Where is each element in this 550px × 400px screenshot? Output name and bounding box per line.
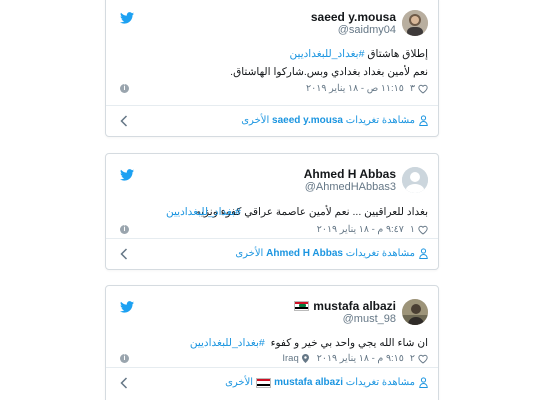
- hashtag-link[interactable]: #بغداد_للبغداديين: [290, 48, 365, 60]
- like-count[interactable]: ٢: [410, 353, 415, 364]
- tweet-text-line: ان شاء الله يجي واحد بي خير و كفوء #بغدا…: [190, 336, 428, 350]
- tweet-card[interactable]: Ahmed H Abbas @AhmedHAbbas3 بغداد للعراق…: [105, 153, 439, 270]
- tweet-timestamp[interactable]: ٩:٤٧ م - ١٨ يناير ٢٠١٩: [317, 224, 404, 235]
- twitter-bird-icon[interactable]: [120, 12, 134, 24]
- author-name-text[interactable]: mustafa albazi: [313, 299, 396, 313]
- avatar[interactable]: [402, 167, 428, 193]
- footer-name: mustafa albazi: [274, 377, 343, 388]
- footer-prefix: مشاهدة تغريدات: [345, 377, 415, 388]
- tweet-author[interactable]: mustafa albazi @must_98: [294, 298, 428, 326]
- footer-suffix: الأخرى: [225, 377, 254, 388]
- author-handle[interactable]: @AhmedHAbbas3: [305, 181, 396, 194]
- iraq-flag-icon: [256, 377, 272, 388]
- hashtag-link[interactable]: #بغداد_للبغداديين: [190, 337, 265, 349]
- view-more-tweets-link[interactable]: مشاهدة تغريدات saeed y.mousa الأخرى: [241, 115, 428, 126]
- tweet-author[interactable]: Ahmed H Abbas @AhmedHAbbas3: [304, 166, 428, 194]
- avatar[interactable]: [402, 10, 428, 36]
- author-name[interactable]: mustafa albazi: [294, 299, 396, 313]
- view-more-tweets-link[interactable]: مشاهدة تغريدات Ahmed H Abbas الأخرى: [235, 248, 428, 259]
- author-handle[interactable]: @must_98: [343, 313, 396, 326]
- author-name[interactable]: saeed y.mousa: [311, 10, 396, 24]
- tweet-location[interactable]: Iraq: [282, 353, 298, 364]
- tweet-timestamp[interactable]: ٩:١٥ م - ١٨ يناير ٢٠١٩: [317, 353, 404, 364]
- chevron-left-icon[interactable]: [120, 248, 130, 260]
- tweet-text: إطلاق هاشتاق: [367, 48, 428, 60]
- card-footer[interactable]: مشاهدة تغريدات mustafa albazi الأخرى: [106, 367, 438, 400]
- info-icon[interactable]: i: [120, 84, 129, 93]
- info-icon[interactable]: i: [120, 354, 129, 363]
- footer-suffix: الأخرى: [241, 115, 270, 126]
- tweet-author[interactable]: saeed y.mousa @saidmy04: [311, 9, 428, 37]
- person-icon: [419, 248, 428, 259]
- heart-icon[interactable]: [418, 225, 428, 235]
- heart-icon[interactable]: [418, 354, 428, 364]
- location-pin-icon: [301, 354, 309, 363]
- person-icon: [419, 115, 428, 126]
- chevron-left-icon[interactable]: [120, 377, 130, 389]
- hashtag[interactable]: #بغداد_للبغداديين: [166, 206, 241, 218]
- footer-prefix: مشاهدة تغريدات: [345, 248, 415, 259]
- hashtag-link[interactable]: #بغداد_للبغداديين: [166, 205, 241, 219]
- tweet-text: ان شاء الله يجي واحد بي خير و كفوء: [270, 337, 428, 349]
- tweet-timestamp[interactable]: ١١:١٥ ص - ١٨ يناير ٢٠١٩: [306, 83, 404, 94]
- card-footer[interactable]: مشاهدة تغريدات saeed y.mousa الأخرى: [106, 105, 438, 136]
- tweet-card[interactable]: saeed y.mousa @saidmy04 إطلاق هاشتاق #بغ…: [105, 0, 439, 137]
- tweet-text-line: إطلاق هاشتاق #بغداد_للبغداديين: [290, 47, 428, 61]
- info-icon[interactable]: i: [120, 225, 129, 234]
- footer-name: Ahmed H Abbas: [266, 248, 343, 259]
- tweet-text: نعم لأمين بغداد بغدادي وبس.شاركوا الهاشت…: [230, 66, 428, 78]
- avatar[interactable]: [402, 299, 428, 325]
- card-footer[interactable]: مشاهدة تغريدات Ahmed H Abbas الأخرى: [106, 238, 438, 269]
- twitter-bird-icon[interactable]: [120, 169, 134, 181]
- tweet-meta: ١ ٩:٤٧ م - ١٨ يناير ٢٠١٩: [317, 224, 428, 235]
- author-name[interactable]: Ahmed H Abbas: [304, 167, 396, 181]
- iraq-flag-icon: [294, 300, 310, 311]
- footer-prefix: مشاهدة تغريدات: [345, 115, 415, 126]
- footer-name: saeed y.mousa: [272, 115, 343, 126]
- chevron-left-icon[interactable]: [120, 115, 130, 127]
- footer-suffix: الأخرى: [235, 248, 264, 259]
- tweet-meta: ٣ ١١:١٥ ص - ١٨ يناير ٢٠١٩: [306, 83, 428, 94]
- person-icon: [419, 377, 428, 388]
- tweet-meta: ٢ ٩:١٥ م - ١٨ يناير ٢٠١٩ Iraq: [282, 353, 428, 364]
- heart-icon[interactable]: [418, 84, 428, 94]
- twitter-bird-icon[interactable]: [120, 301, 134, 313]
- tweet-card[interactable]: mustafa albazi @must_98 ان شاء الله يجي …: [105, 285, 439, 400]
- like-count[interactable]: ١: [410, 224, 415, 235]
- author-handle[interactable]: @saidmy04: [338, 24, 396, 37]
- view-more-tweets-link[interactable]: مشاهدة تغريدات mustafa albazi الأخرى: [225, 377, 428, 388]
- like-count[interactable]: ٣: [410, 83, 415, 94]
